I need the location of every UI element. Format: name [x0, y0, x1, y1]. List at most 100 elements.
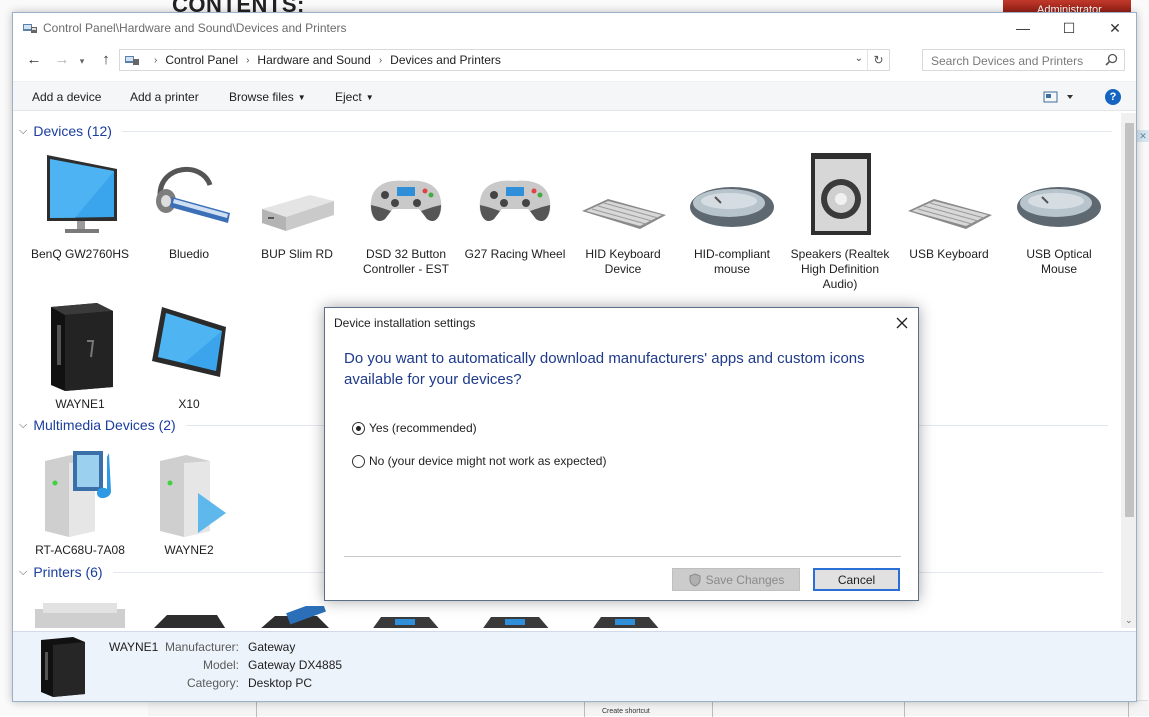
window-title: Control Panel\Hardware and Sound\Devices…: [43, 21, 347, 35]
maximize-button[interactable]: ☐: [1046, 13, 1092, 43]
recent-locations-chevron-icon[interactable]: ▾: [75, 56, 89, 67]
device-label: DSD 32 Button Controller - EST: [362, 247, 450, 276]
device-item[interactable]: USB Optical Mouse: [1007, 151, 1111, 277]
group-label: Devices (12): [33, 123, 112, 139]
device-item[interactable]: BUP Slim RD: [245, 151, 349, 262]
search-placeholder: Search Devices and Printers: [931, 54, 1084, 68]
chevron-down-icon: ▼: [297, 93, 306, 102]
title-bar[interactable]: Control Panel\Hardware and Sound\Devices…: [13, 13, 1136, 43]
device-label: X10: [178, 397, 200, 411]
search-input[interactable]: Search Devices and Printers: [922, 49, 1125, 71]
dialog-title: Device installation settings: [334, 316, 476, 330]
printer-icon[interactable]: [585, 613, 665, 628]
add-device-button[interactable]: Add a device: [32, 90, 101, 104]
radio-unselected-icon[interactable]: [352, 454, 365, 468]
add-printer-button[interactable]: Add a printer: [130, 90, 199, 104]
device-item[interactable]: X10: [137, 301, 241, 412]
device-item[interactable]: HID-compliant mouse: [680, 151, 784, 277]
printer-icon[interactable]: [257, 606, 333, 628]
save-changes-label: Save Changes: [705, 572, 785, 587]
help-icon[interactable]: ?: [1105, 89, 1121, 105]
eject-label: Eject: [335, 90, 362, 104]
media-device-label: WAYNE2: [164, 543, 214, 557]
close-button[interactable]: ✕: [1092, 13, 1136, 43]
printer-icon[interactable]: [475, 613, 555, 628]
device-item[interactable]: Speakers (Realtek High Definition Audio): [788, 151, 892, 292]
address-dropdown-icon[interactable]: ⌄: [855, 53, 863, 64]
breadcrumb-separator-icon[interactable]: ›: [379, 55, 382, 66]
tablet-icon: [152, 307, 226, 377]
device-label: BenQ GW2760HS: [30, 247, 130, 261]
breadcrumb-devices-printers[interactable]: Devices and Printers: [390, 53, 501, 67]
dialog-close-button[interactable]: [885, 310, 919, 336]
device-item[interactable]: USB Keyboard: [897, 151, 1001, 262]
mouse-icon: [690, 187, 774, 227]
device-label: G27 Racing Wheel: [464, 247, 566, 261]
printer-icon[interactable]: [147, 611, 227, 628]
device-label: Bluedio: [168, 247, 210, 261]
group-divider: [121, 130, 1112, 132]
printer-icon[interactable]: [365, 613, 445, 628]
mouse-icon: [1017, 187, 1101, 227]
device-item[interactable]: G27 Racing Wheel: [463, 151, 567, 262]
radio-yes[interactable]: Yes (recommended): [352, 421, 477, 435]
media-server-icon: [45, 451, 111, 537]
device-label: BUP Slim RD: [261, 247, 333, 261]
chevron-down-icon: ▼: [365, 93, 374, 102]
minimize-button[interactable]: —: [1000, 13, 1046, 43]
refresh-icon[interactable]: ↻: [867, 50, 889, 70]
breadcrumb-separator-icon[interactable]: ›: [246, 55, 249, 66]
breadcrumb-hardware-sound[interactable]: Hardware and Sound: [257, 53, 370, 67]
dialog-divider: [344, 556, 901, 557]
media-device-label: RT-AC68U-7A08: [35, 543, 125, 557]
cancel-button[interactable]: Cancel: [813, 568, 900, 591]
up-arrow-icon[interactable]: ↑: [95, 51, 117, 68]
change-view-button[interactable]: [1043, 91, 1075, 106]
breadcrumb-control-panel[interactable]: Control Panel: [165, 53, 238, 67]
device-label: HID Keyboard Device: [585, 247, 661, 276]
search-icon: [1105, 53, 1118, 66]
radio-no[interactable]: No (your device might not work as expect…: [352, 454, 606, 468]
pc-tower-icon: [41, 637, 85, 697]
media-device-item[interactable]: WAYNE2: [137, 447, 241, 558]
scrollbar-thumb[interactable]: [1125, 123, 1134, 517]
printer-icon[interactable]: [33, 601, 129, 628]
eject-button[interactable]: Eject ▼: [335, 90, 374, 104]
scroll-down-arrow-icon[interactable]: ⌄: [1125, 615, 1133, 626]
drive-icon: [262, 195, 334, 231]
breadcrumb-separator-icon[interactable]: ›: [154, 55, 157, 66]
media-player-icon: [160, 455, 226, 537]
background-footer-text: Create shortcut: [602, 708, 650, 715]
browse-files-button[interactable]: Browse files ▼: [229, 90, 306, 104]
device-item[interactable]: DSD 32 Button Controller - EST: [354, 151, 458, 277]
command-bar: Add a device Add a printer Browse files ▼…: [13, 81, 1136, 111]
device-item-selected[interactable]: WAYNE1: [27, 293, 133, 412]
manufacturer-label: Manufacturer:: [164, 640, 239, 654]
device-item[interactable]: BenQ GW2760HS: [28, 151, 132, 262]
speaker-icon: [811, 153, 871, 235]
close-icon: [896, 317, 908, 329]
radio-selected-icon[interactable]: [352, 421, 365, 435]
collapse-chevron-icon[interactable]: ⌵: [19, 419, 27, 432]
device-item[interactable]: HID Keyboard Device: [571, 151, 675, 277]
background-scroll-button[interactable]: ✕: [1137, 130, 1149, 142]
vertical-scrollbar[interactable]: ⌄: [1121, 113, 1136, 628]
device-item[interactable]: Bluedio: [137, 151, 241, 262]
devices-printers-icon: [23, 24, 37, 33]
control-panel-icon: [125, 56, 139, 65]
keyboard-icon: [582, 199, 666, 229]
device-label: WAYNE1: [55, 397, 105, 411]
gamepad-icon: [370, 180, 442, 222]
gamepad-icon: [479, 180, 551, 222]
group-header-devices[interactable]: ⌵ Devices (12): [19, 123, 1112, 139]
device-label: USB Optical Mouse: [1026, 247, 1092, 276]
collapse-chevron-icon[interactable]: ⌵: [19, 566, 27, 579]
media-device-item[interactable]: RT-AC68U-7A08: [28, 447, 132, 558]
dialog-question: Do you want to automatically download ma…: [344, 350, 865, 388]
address-bar[interactable]: › Control Panel › Hardware and Sound › D…: [119, 49, 890, 71]
collapse-chevron-icon[interactable]: ⌵: [19, 125, 27, 138]
back-arrow-icon[interactable]: ←: [23, 51, 45, 68]
radio-yes-label: Yes (recommended): [369, 421, 477, 435]
forward-arrow-icon[interactable]: →: [51, 51, 73, 68]
save-changes-button[interactable]: Save Changes: [672, 568, 800, 591]
